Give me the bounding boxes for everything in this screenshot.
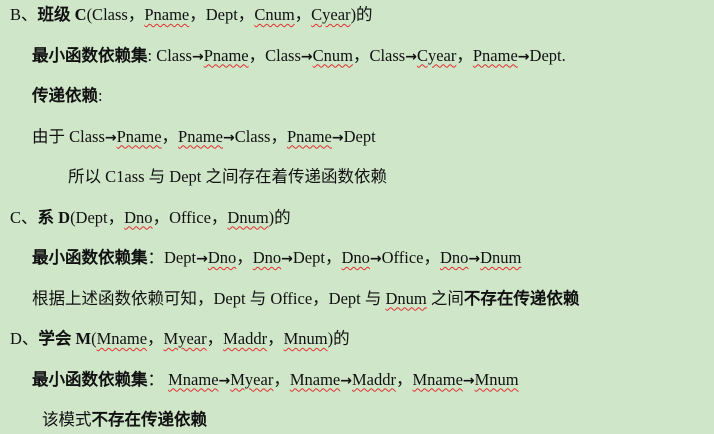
text-segment: B、 <box>10 5 38 24</box>
spellcheck-underlined-text: Dno <box>252 248 282 267</box>
spellcheck-underlined-text: Pname <box>203 45 249 65</box>
text-segment: : <box>98 86 103 105</box>
spellcheck-underlined-text: Mname <box>289 369 341 389</box>
text-segment: ，Office， <box>152 207 228 227</box>
section-c-conclusion: 根据上述函数依赖可知，Dept 与 Office，Dept 与 Dnum 之间不… <box>32 288 579 310</box>
spellcheck-underlined-text: Dno <box>124 207 153 227</box>
text-segment: )的 <box>327 329 350 348</box>
arrow-icon: → <box>462 372 475 389</box>
spellcheck-underlined-text: Myear <box>230 369 274 389</box>
text-segment: 根据上述函数依赖可知，Dept 与 Office，Dept 与 <box>32 288 386 308</box>
spellcheck-underlined-text: Mname <box>412 369 463 389</box>
text-segment: Office， <box>381 248 440 267</box>
spellcheck-underlined-text: Myear <box>163 329 207 348</box>
text-segment: 最小函数依赖集 <box>32 45 148 65</box>
section-b-conclusion: 所以 C1ass 与 Dept 之间存在着传递函数依赖 <box>68 166 387 188</box>
spellcheck-underlined-text: Maddr <box>223 329 268 348</box>
text-segment: 最小函数依赖集 <box>32 248 148 267</box>
text-segment: ， <box>456 45 473 65</box>
text-segment: 学会 M <box>38 329 92 348</box>
arrow-icon: → <box>468 251 481 267</box>
text-segment: Dept. <box>529 45 566 65</box>
text-segment: 传递依赖 <box>32 86 98 105</box>
spellcheck-underlined-text: Mname <box>168 369 219 389</box>
section-c-heading: C、系 D(Dept，Dno，Office，Dnum)的 <box>10 207 291 229</box>
spellcheck-underlined-text: Mname <box>96 329 148 348</box>
text-segment: 不存在传递依赖 <box>463 288 580 308</box>
spellcheck-underlined-text: Pname <box>178 126 223 146</box>
text-segment: 班级 C <box>37 5 87 24</box>
spellcheck-underlined-text: Mnum <box>283 329 328 348</box>
arrow-icon: → <box>405 48 417 65</box>
spellcheck-underlined-text: Cyear <box>416 45 457 65</box>
spellcheck-underlined-text: Pname <box>144 5 190 24</box>
text-segment: C、 <box>10 207 38 227</box>
section-d-heading: D、学会 M(Mname，Myear，Maddr，Mnum)的 <box>10 328 350 350</box>
text-segment: 之间 <box>426 288 464 308</box>
text-segment: ， <box>267 329 284 348</box>
text-segment: )的 <box>350 5 373 24</box>
text-segment: D、 <box>10 329 39 348</box>
text-segment: 系 D <box>37 207 71 227</box>
section-b-heading: B、班级 C(Class，Pname，Dept，Cnum，Cyear)的 <box>10 4 373 26</box>
text-segment: ，Class <box>248 45 301 65</box>
text-segment: ， <box>294 5 312 24</box>
spellcheck-underlined-text: Cnum <box>312 45 353 65</box>
spellcheck-underlined-text: Pname <box>472 45 518 65</box>
text-segment: ， <box>395 369 413 389</box>
arrow-icon: → <box>104 129 117 146</box>
section-b-because: 由于 Class→Pname，Pname→Class，Pname→Dept <box>32 126 376 148</box>
text-segment: (Dept， <box>70 207 125 227</box>
text-segment: Dept <box>343 126 376 146</box>
section-d-min-fd: 最小函数依赖集： Mname→Myear，Mname→Maddr，Mname→M… <box>32 369 519 391</box>
text-segment: 最小函数依赖集 <box>32 369 148 389</box>
arrow-icon: → <box>281 251 293 267</box>
text-segment: )的 <box>268 207 291 227</box>
arrow-icon: → <box>222 129 235 146</box>
spellcheck-underlined-text: Mnum <box>474 369 519 389</box>
section-c-min-fd: 最小函数依赖集：Dept→Dno，Dno→Dept，Dno→Office，Dno… <box>32 247 521 269</box>
text-segment: ，Class <box>352 45 406 65</box>
text-segment: ： <box>147 369 169 389</box>
spellcheck-underlined-text: Pname <box>286 126 332 146</box>
section-b-min-fd: 最小函数依赖集: Class→Pname，Class→Cnum，Class→Cy… <box>32 45 566 67</box>
arrow-icon: → <box>517 48 530 65</box>
spellcheck-underlined-text: Maddr <box>351 369 396 389</box>
spellcheck-underlined-text: Cyear <box>311 5 351 24</box>
text-segment: 所以 C1ass 与 Dept 之间存在着传递函数依赖 <box>68 167 387 186</box>
arrow-icon: → <box>191 48 204 65</box>
arrow-icon: → <box>331 129 344 146</box>
spellcheck-underlined-text: Dno <box>207 248 237 267</box>
spellcheck-underlined-text: Dno <box>439 248 469 267</box>
spellcheck-underlined-text: Dno <box>341 248 370 267</box>
text-segment: 不存在传递依赖 <box>91 410 208 429</box>
text-segment: ，Dept， <box>189 5 255 24</box>
spellcheck-underlined-text: Dnum <box>480 248 522 267</box>
text-segment: Class， <box>234 126 287 146</box>
text-segment: ， <box>206 329 224 348</box>
text-segment: (Class， <box>86 5 145 24</box>
arrow-icon: → <box>340 372 352 389</box>
text-segment: ， <box>273 369 290 389</box>
spellcheck-underlined-text: Dnum <box>227 207 269 227</box>
spellcheck-underlined-text: Cnum <box>254 5 295 24</box>
spellcheck-underlined-text: Pname <box>116 126 162 146</box>
text-segment: Dept， <box>292 248 342 267</box>
text-segment: ， <box>236 248 253 267</box>
spellcheck-underlined-text: Dnum <box>385 288 427 308</box>
section-b-transitive-label: 传递依赖: <box>32 85 103 107</box>
text-segment: ， <box>147 329 164 348</box>
arrow-icon: → <box>300 48 313 65</box>
section-d-conclusion: 该模式不存在传递依赖 <box>42 409 207 431</box>
text-segment: ：Dept <box>147 248 197 267</box>
text-segment: : Class <box>147 45 192 65</box>
text-segment: 该模式 <box>42 410 92 429</box>
arrow-icon: → <box>196 251 208 267</box>
arrow-icon: → <box>218 372 231 389</box>
text-segment: 由于 Class <box>32 126 105 146</box>
text-segment: ， <box>161 126 179 146</box>
arrow-icon: → <box>369 251 382 267</box>
